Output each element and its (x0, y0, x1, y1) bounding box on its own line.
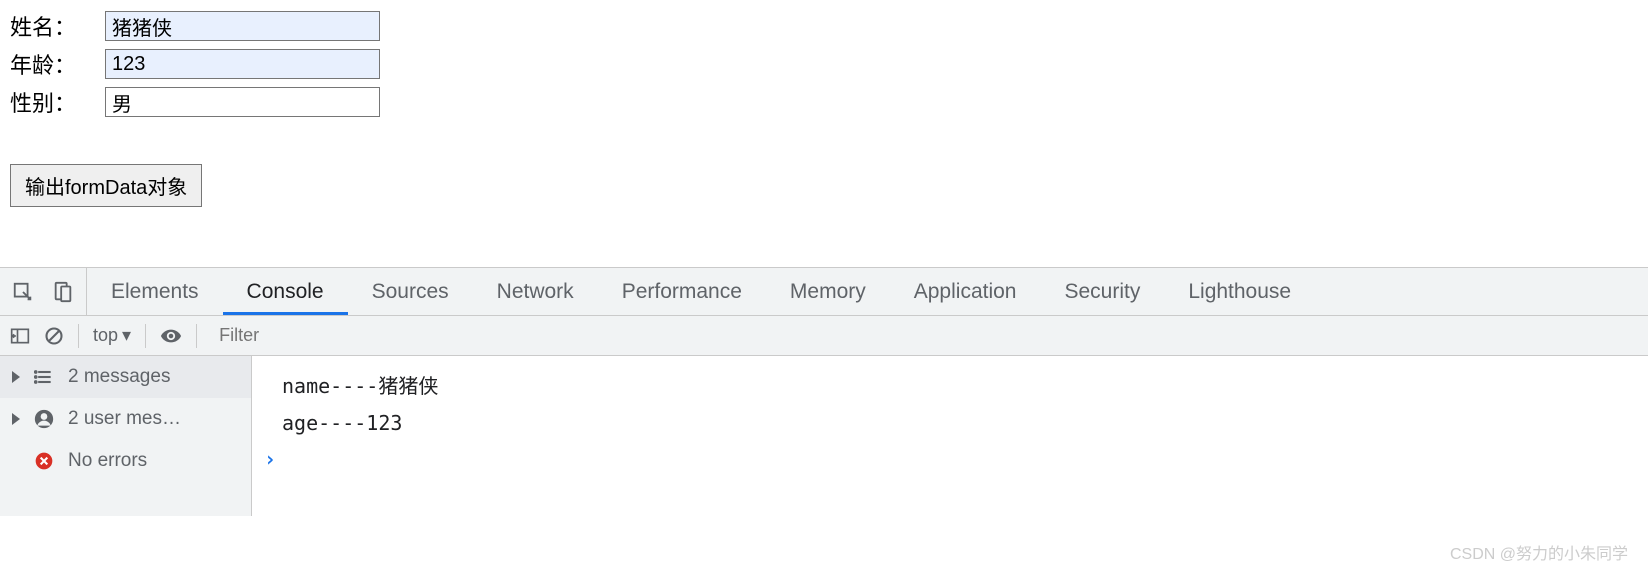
console-toolbar: top ▾ (0, 316, 1648, 356)
devtools-tab-lighthouse[interactable]: Lighthouse (1164, 268, 1315, 315)
devtools-tab-elements[interactable]: Elements (87, 268, 223, 315)
console-output: name----猪猪侠age----123 › (252, 356, 1648, 516)
devtools-tab-sources[interactable]: Sources (348, 268, 473, 315)
expand-icon (12, 413, 20, 425)
sidebar-item-label: No errors (68, 450, 147, 472)
sidebar-item-label: 2 messages (68, 366, 170, 388)
devtools-tab-security[interactable]: Security (1040, 268, 1164, 315)
devtools-tab-memory[interactable]: Memory (766, 268, 890, 315)
form-label: 姓名： (10, 10, 105, 42)
form-label: 性别： (10, 86, 105, 118)
devtools-tab-performance[interactable]: Performance (598, 268, 766, 315)
sidebar-item-label: 2 user mes… (68, 408, 181, 430)
watermark: CSDN @努力的小朱同学 (1450, 540, 1628, 564)
devtools-tab-console[interactable]: Console (223, 268, 348, 315)
context-selector[interactable]: top ▾ (93, 325, 131, 346)
devtools-tab-network[interactable]: Network (473, 268, 598, 315)
console-sidebar: 2 messages 2 user mes… No errors (0, 356, 252, 516)
form-area: 姓名： 年龄： 性别： 输出formData对象 (10, 10, 1638, 207)
error-icon (34, 451, 54, 471)
sidebar-item[interactable]: 2 messages (0, 356, 251, 398)
devtools-tab-bar: ElementsConsoleSourcesNetworkPerformance… (0, 268, 1648, 316)
filter-input[interactable] (211, 321, 1638, 350)
form-row: 性别： (10, 86, 1638, 118)
chevron-down-icon: ▾ (122, 325, 131, 346)
user-icon (34, 409, 54, 429)
console-log-line: name----猪猪侠 (252, 364, 1648, 405)
form-input[interactable] (105, 87, 380, 117)
clear-console-icon[interactable] (44, 326, 64, 346)
console-prompt[interactable]: › (252, 441, 1648, 477)
expand-icon (12, 371, 20, 383)
device-toggle-icon[interactable] (52, 281, 74, 303)
list-icon (34, 367, 54, 387)
sidebar-item[interactable]: 2 user mes… (0, 398, 251, 440)
form-input[interactable] (105, 11, 380, 41)
devtools-icon-group (0, 268, 87, 315)
inspect-icon[interactable] (12, 281, 34, 303)
console-body: 2 messages 2 user mes… No errors name----猪… (0, 356, 1648, 516)
web-page-content: 姓名： 年龄： 性别： 输出formData对象 (0, 0, 1648, 217)
eye-icon[interactable] (160, 325, 182, 347)
devtools-tab-application[interactable]: Application (890, 268, 1041, 315)
form-row: 姓名： (10, 10, 1638, 42)
sidebar-item[interactable]: No errors (0, 440, 251, 482)
devtools-panel: ElementsConsoleSourcesNetworkPerformance… (0, 267, 1648, 516)
form-row: 年龄： (10, 48, 1638, 80)
console-log-line: age----123 (252, 405, 1648, 441)
submit-button[interactable]: 输出formData对象 (10, 164, 202, 207)
form-label: 年龄： (10, 48, 105, 80)
form-input[interactable] (105, 49, 380, 79)
sidebar-toggle-icon[interactable] (10, 326, 30, 346)
